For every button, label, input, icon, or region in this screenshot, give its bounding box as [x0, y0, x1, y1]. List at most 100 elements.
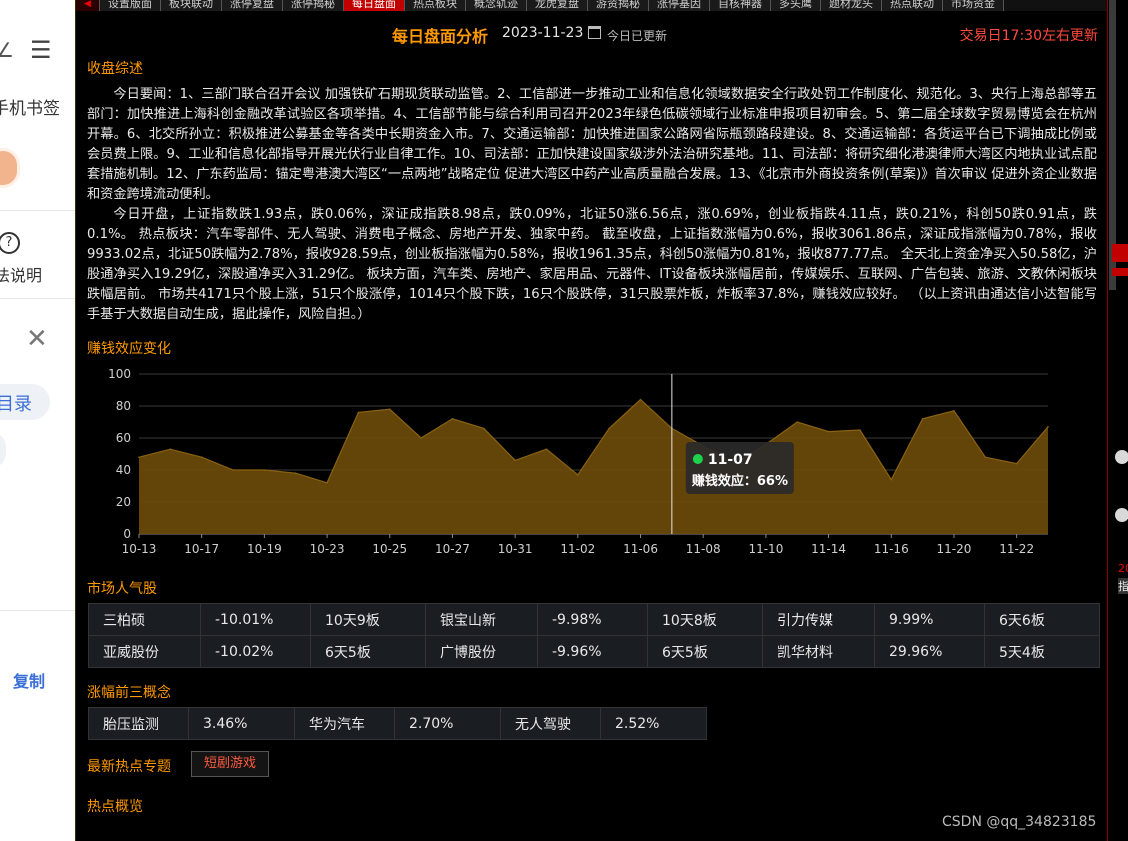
avatar-image — [0, 148, 20, 188]
x-tick-label: 11-14 — [811, 542, 846, 556]
help-label[interactable]: 法说明 — [0, 262, 42, 286]
data-point-10-24 — [357, 411, 360, 414]
concept-name[interactable]: 无人驾驶 — [500, 707, 601, 740]
concept-name[interactable]: 胎压监测 — [88, 707, 189, 740]
menu-icon[interactable]: ☰ — [30, 36, 52, 64]
hot-topics-title: 最新热点专题 — [87, 759, 171, 775]
x-tick-label: 10-27 — [435, 542, 470, 556]
popularity-table: 三柏硕 -10.01% 10天9板 银宝山新 -9.98% 10天8板 引力传媒 9.99% 6… — [88, 603, 1100, 668]
x-tick-label: 11-08 — [686, 542, 721, 556]
y-tick-label: 60 — [116, 431, 131, 445]
data-point-11-22 — [1015, 462, 1018, 465]
x-tick-label: 11-02 — [560, 542, 595, 556]
y-tick-label: 100 — [108, 367, 131, 381]
tab-scroll-left-icon[interactable]: ◀ — [76, 0, 100, 11]
stock-change: 9.99% — [874, 603, 985, 636]
stock-change: -9.96% — [537, 635, 648, 668]
tab-9[interactable]: 涨停基因 — [649, 0, 710, 11]
chevron-down-icon-2[interactable] — [1115, 508, 1128, 522]
stock-change: -9.98% — [537, 603, 648, 636]
tab-4[interactable]: 每日盘面 — [344, 0, 405, 11]
stock-name[interactable]: 亚威股份 — [88, 635, 201, 668]
data-point-10-17 — [200, 456, 203, 458]
chevron-down-icon[interactable] — [1115, 450, 1128, 464]
calendar-icon[interactable] — [588, 26, 601, 39]
tooltip-date: 11-07 — [708, 452, 753, 468]
stock-name[interactable]: 三柏硕 — [88, 603, 201, 636]
stock-name[interactable]: 广博股份 — [425, 635, 538, 668]
data-point-11-23 — [1047, 426, 1049, 428]
hot-topic-tag[interactable]: 短剧游戏 — [191, 751, 269, 777]
data-point-11-14 — [827, 430, 830, 433]
chevron-icon[interactable]: ∠ — [0, 38, 14, 62]
data-point-10-13 — [138, 456, 140, 458]
bookmark-label[interactable]: 手机书签 — [0, 94, 60, 119]
watermark: CSDN @qq_34823185 — [942, 814, 1097, 830]
data-point-10-26 — [420, 437, 422, 439]
date-label: 2023-11-23 — [502, 25, 584, 41]
tab-11[interactable]: 多头鹰 — [771, 0, 821, 11]
concept-name[interactable]: 华为汽车 — [294, 707, 395, 740]
tab-1[interactable]: 板块联动 — [161, 0, 222, 11]
data-point-10-30 — [482, 427, 485, 430]
popularity-title: 市场人气股 — [87, 581, 157, 597]
data-point-10-16 — [169, 448, 172, 450]
stock-board: 6天6板 — [984, 603, 1100, 636]
y-tick-label: 40 — [116, 463, 131, 477]
x-tick-label: 11-20 — [937, 542, 972, 556]
data-point-11-20 — [953, 410, 955, 412]
data-point-10-18 — [232, 469, 234, 471]
tab-2[interactable]: 涨停复盘 — [222, 0, 283, 11]
update-status: 今日已更新 — [607, 29, 668, 43]
data-point-10-25 — [388, 408, 391, 410]
tab-14[interactable]: 市场资金 — [943, 0, 1004, 11]
data-point-10-31 — [514, 459, 516, 462]
concepts-table: 胎压监测 3.46% 华为汽车 2.70% 无人驾驶 2.52% — [88, 707, 707, 740]
pill-button[interactable] — [0, 432, 6, 468]
tab-8[interactable]: 游资揭秘 — [588, 0, 649, 11]
tab-0[interactable]: 设置版面 — [100, 0, 161, 11]
y-tick-label: 0 — [123, 527, 131, 541]
data-point-11-16 — [890, 478, 893, 481]
page-header: 每日盘面分析 2023-11-23 今日已更新 交易日17:30左右更新 — [76, 22, 1108, 46]
tab-10[interactable]: 自核神器 — [710, 0, 771, 11]
concept-change: 2.70% — [394, 707, 501, 740]
stock-change: -10.02% — [200, 635, 311, 668]
table-row[interactable]: 亚威股份 -10.02% 6天5板 广博股份 -9.96% 6天5板 凯华材料 29.96% 5… — [88, 635, 1100, 668]
app-window: ◀ 设置版面 板块联动 涨停复盘 涨停揭秘 每日盘面 热点板块 概念轨迹 龙虎复盘 游资揭秘 涨停基… — [75, 0, 1108, 841]
x-tick-label: 10-17 — [184, 542, 219, 556]
news-paragraph: 今日要闻：1、三部门联合召开会议 加强铁矿石期现货联动监管。2、工信部进一步推动… — [87, 87, 1097, 202]
tab-5[interactable]: 热点板块 — [405, 0, 466, 11]
tab-12[interactable]: 题材龙头 — [821, 0, 882, 11]
area-series — [139, 399, 1048, 534]
tab-3[interactable]: 涨停揭秘 — [283, 0, 344, 11]
stock-name[interactable]: 凯华材料 — [762, 635, 875, 668]
tooltip-dot-icon — [692, 454, 703, 464]
copy-button[interactable]: 复制 — [13, 668, 45, 692]
page-title: 每日盘面分析 — [392, 27, 489, 46]
indicator-bar-small — [1112, 268, 1128, 276]
hot-overview-title: 热点概览 — [87, 799, 143, 815]
tab-7[interactable]: 龙虎复盘 — [527, 0, 588, 11]
table-row[interactable]: 三柏硕 -10.01% 10天9板 银宝山新 -9.98% 10天8板 引力传媒 9.99% 6… — [88, 603, 1100, 636]
tab-bar: ◀ 设置版面 板块联动 涨停复盘 涨停揭秘 每日盘面 热点板块 概念轨迹 龙虎复盘 游资揭秘 涨停基… — [76, 0, 1108, 11]
data-point-10-20 — [294, 472, 297, 474]
stock-board: 6天5板 — [310, 635, 426, 668]
x-tick-label: 11-22 — [999, 542, 1034, 556]
help-icon[interactable]: ? — [0, 232, 20, 254]
concept-change: 3.46% — [188, 707, 295, 740]
browser-side-panel: ∠ ☰ 手机书签 ? 法说明 ✕ 目录 复制 — [0, 0, 75, 841]
data-point-11-15 — [859, 429, 861, 431]
catalog-label[interactable]: 目录 — [0, 390, 32, 416]
x-tick-label: 10-19 — [247, 542, 282, 556]
profit-effect-chart[interactable]: 0 20 40 60 80 100 10-13 10-17 10-19 10-23 10-25 10-… — [76, 360, 1108, 560]
data-point-11-03 — [608, 427, 610, 430]
data-point-11-01 — [545, 448, 548, 450]
data-point-11-06 — [639, 398, 642, 401]
tab-13[interactable]: 热点联动 — [882, 0, 943, 11]
close-icon[interactable]: ✕ — [26, 324, 48, 354]
tab-6[interactable]: 概念轨迹 — [466, 0, 527, 11]
stock-board: 5天4板 — [984, 635, 1100, 668]
stock-name[interactable]: 银宝山新 — [425, 603, 538, 636]
stock-name[interactable]: 引力传媒 — [762, 603, 875, 636]
